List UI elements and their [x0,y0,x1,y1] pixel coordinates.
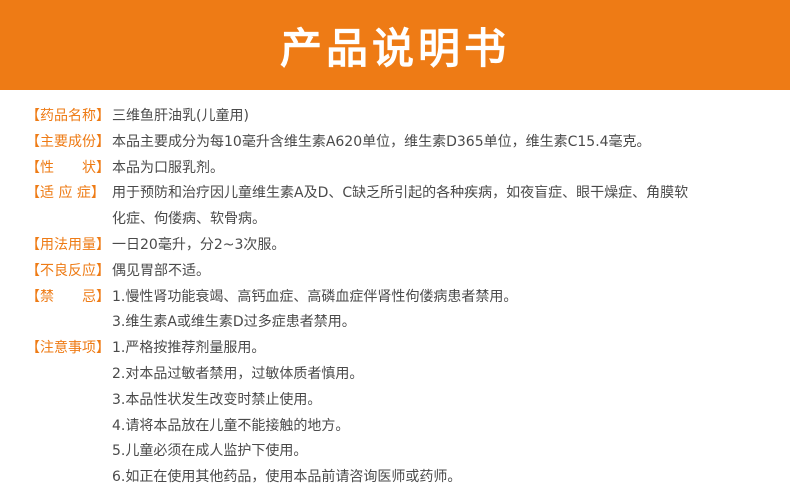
row-value: 用于预防和治疗因儿童维生素A及D、C缺乏所引起的各种疾病，如夜盲症、眼干燥症、角… [112,181,776,233]
row-drug-name: 【药品名称】 三维鱼肝油乳(儿童用) [26,104,776,130]
row-precautions: 【注意事项】 1.严格按推荐剂量服用。 2.对本品过敏者禁用，过敏体质者慎用。 … [26,336,776,491]
value-line: 本品为口服乳剂。 [112,159,224,176]
value-line: 5.儿童必须在成人监护下使用。 [112,443,308,460]
value-line: 化症、佝偻病、软骨病。 [112,211,266,228]
row-label: 【不良反应】 [26,262,110,279]
row-contraindications: 【禁 忌】 1.慢性肾功能衰竭、高钙血症、高磷血症伴肾性佝偻病患者禁用。 3.维… [26,285,776,337]
value-line: 1.严格按推荐剂量服用。 [112,340,266,357]
row-value: 偶见胃部不适。 [112,259,776,285]
title-banner: 产品说明书 [0,0,790,90]
row-label: 【禁 忌】 [26,288,110,305]
row-value: 1.严格按推荐剂量服用。 2.对本品过敏者禁用，过敏体质者慎用。 3.本品性状发… [112,336,776,491]
row-ingredients: 【主要成份】 本品主要成分为每10毫升含维生素A620单位，维生素D365单位，… [26,130,776,156]
row-label: 【性 状】 [26,159,110,176]
value-line: 6.如正在使用其他药品，使用本品前请咨询医师或药师。 [112,469,462,486]
value-line: 1.慢性肾功能衰竭、高钙血症、高磷血症伴肾性佝偻病患者禁用。 [112,288,518,305]
row-value: 本品主要成分为每10毫升含维生素A620单位，维生素D365单位，维生素C15.… [112,130,776,156]
page-title: 产品说明书 [279,23,510,73]
value-line: 三维鱼肝油乳(儿童用) [112,108,249,124]
row-value: 1.慢性肾功能衰竭、高钙血症、高磷血症伴肾性佝偻病患者禁用。 3.维生素A或维生… [112,285,776,337]
row-label: 【主要成份】 [26,133,110,150]
value-line: 一日20毫升，分2~3次服。 [112,236,286,253]
instructions-list: 【药品名称】 三维鱼肝油乳(儿童用) 【主要成份】 本品主要成分为每10毫升含维… [26,104,776,491]
value-line: 4.请将本品放在儿童不能接触的地方。 [112,417,350,434]
value-line: 偶见胃部不适。 [112,262,210,279]
row-value: 一日20毫升，分2~3次服。 [112,233,776,259]
value-line: 用于预防和治疗因儿童维生素A及D、C缺乏所引起的各种疾病，如夜盲症、眼干燥症、角… [112,185,689,202]
row-indications: 【适 应 症】 用于预防和治疗因儿童维生素A及D、C缺乏所引起的各种疾病，如夜盲… [26,181,776,233]
value-line: 3.维生素A或维生素D过多症患者禁用。 [112,314,356,331]
row-adverse-reactions: 【不良反应】 偶见胃部不适。 [26,259,776,285]
row-label: 【用法用量】 [26,236,110,253]
row-label: 【适 应 症】 [26,185,105,202]
value-line: 2.对本品过敏者禁用，过敏体质者慎用。 [112,365,364,382]
row-label: 【药品名称】 [26,108,110,124]
row-value: 本品为口服乳剂。 [112,156,776,182]
row-label: 【注意事项】 [26,340,110,357]
value-line: 本品主要成分为每10毫升含维生素A620单位，维生素D365单位，维生素C15.… [112,133,651,150]
row-value: 三维鱼肝油乳(儿童用) [112,104,776,130]
value-line: 3.本品性状发生改变时禁止使用。 [112,391,322,408]
row-dosage: 【用法用量】 一日20毫升，分2~3次服。 [26,233,776,259]
row-properties: 【性 状】 本品为口服乳剂。 [26,156,776,182]
